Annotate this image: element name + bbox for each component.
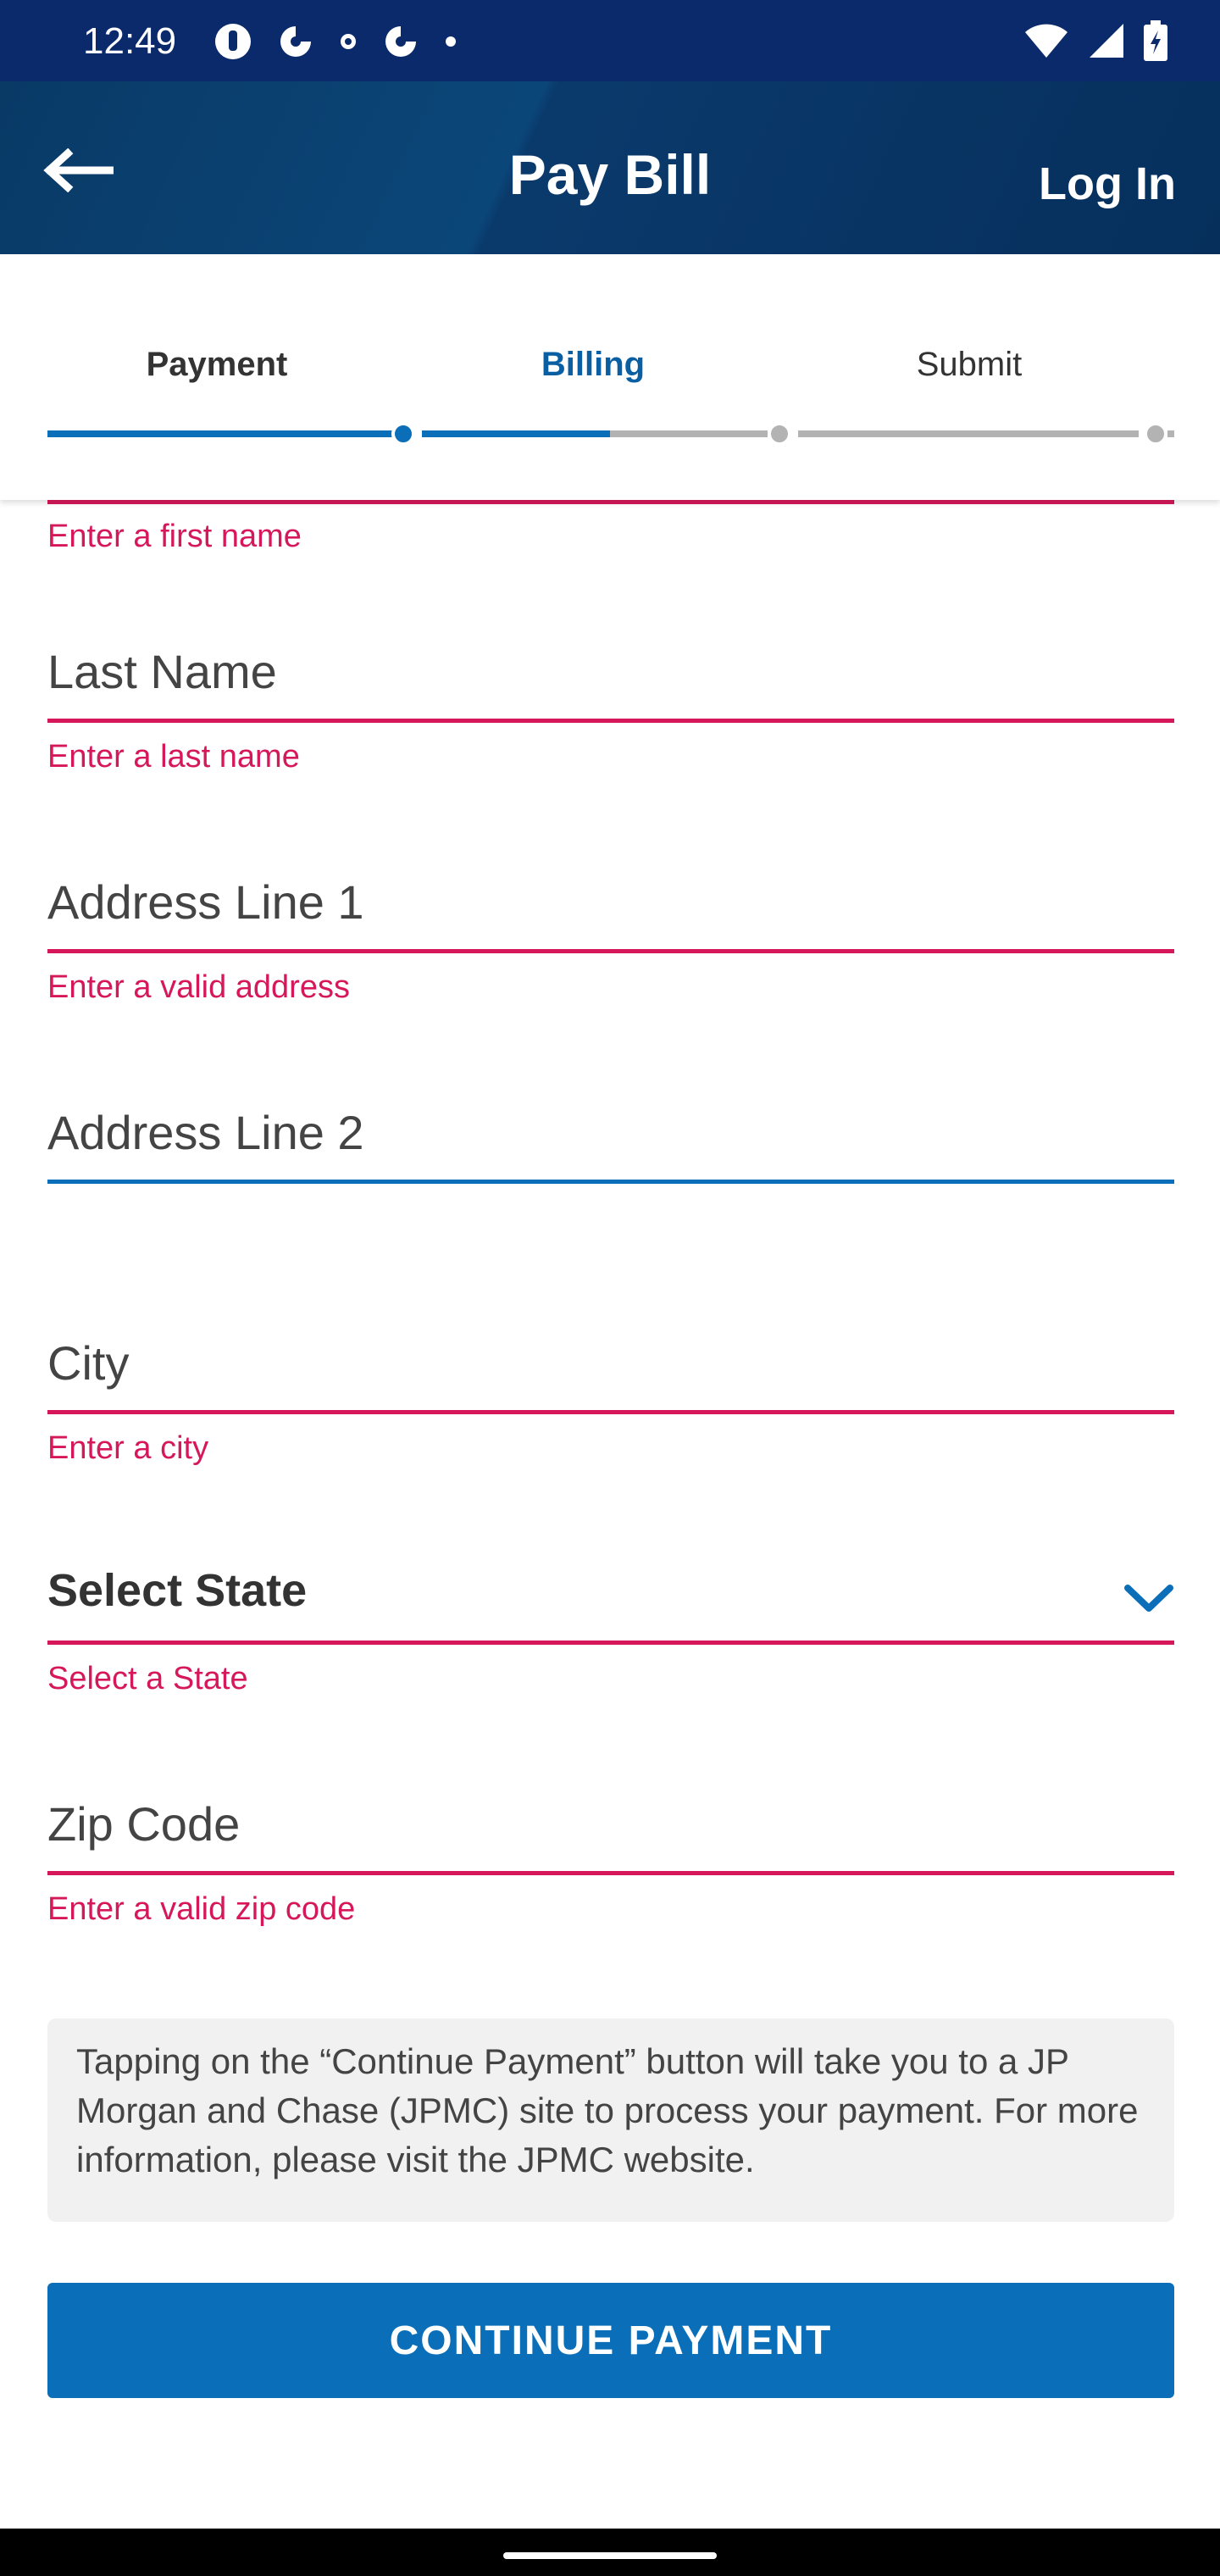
state-select[interactable]: Select State Select a State bbox=[47, 1559, 1174, 1712]
continue-payment-button[interactable]: CONTINUE PAYMENT bbox=[47, 2283, 1174, 2398]
small-dot-icon bbox=[341, 34, 356, 49]
last-name-underline bbox=[47, 719, 1174, 723]
progress-segment-upcoming bbox=[610, 430, 768, 437]
chevron-down-icon[interactable] bbox=[1123, 1581, 1174, 1615]
address-line-1-error: Enter a valid address bbox=[47, 969, 350, 1005]
last-name-error: Enter a last name bbox=[47, 739, 300, 774]
status-time: 12:49 bbox=[83, 20, 177, 62]
wifi-icon bbox=[1025, 24, 1068, 58]
first-name-underline bbox=[47, 500, 1174, 504]
address-line-2-underline bbox=[47, 1180, 1174, 1184]
zip-code-field[interactable]: Zip Code Enter a valid zip code bbox=[47, 1796, 1174, 1932]
city-error: Enter a city bbox=[47, 1430, 209, 1466]
address-line-1-underline bbox=[47, 949, 1174, 953]
progress-segment-end bbox=[1167, 430, 1174, 437]
last-name-input[interactable]: Last Name bbox=[47, 644, 277, 699]
zip-code-underline bbox=[47, 1871, 1174, 1875]
progress-dot-payment bbox=[391, 422, 415, 446]
system-status-icons bbox=[1023, 20, 1167, 61]
address-line-1-field[interactable]: Address Line 1 Enter a valid address bbox=[47, 874, 1174, 1010]
system-nav-bar bbox=[0, 2529, 1220, 2576]
first-name-field[interactable]: Enter a first name bbox=[47, 500, 1174, 554]
progress-segment-complete bbox=[47, 430, 403, 437]
app-notification-icon bbox=[215, 24, 251, 59]
state-error: Select a State bbox=[47, 1661, 248, 1696]
battery-icon bbox=[1144, 20, 1167, 61]
notification-icons bbox=[214, 22, 458, 61]
address-line-2-field[interactable]: Address Line 2 bbox=[47, 1105, 1174, 1190]
login-button[interactable]: Log In bbox=[1039, 158, 1176, 210]
step-payment[interactable]: Payment bbox=[39, 346, 395, 384]
home-indicator[interactable] bbox=[503, 2552, 717, 2559]
city-input[interactable]: City bbox=[47, 1335, 129, 1391]
step-billing[interactable]: Billing bbox=[415, 346, 771, 384]
state-select-label[interactable]: Select State bbox=[47, 1564, 307, 1617]
zip-code-error: Enter a valid zip code bbox=[47, 1891, 356, 1927]
app-notification-icon bbox=[280, 26, 311, 57]
zip-code-input[interactable]: Zip Code bbox=[47, 1796, 240, 1852]
address-line-2-input[interactable]: Address Line 2 bbox=[47, 1105, 364, 1160]
address-line-1-input[interactable]: Address Line 1 bbox=[47, 874, 364, 930]
progress-stepper: Payment Billing Submit bbox=[0, 254, 1220, 500]
progress-dot-billing bbox=[768, 422, 791, 446]
payment-info-notice: Tapping on the “Continue Payment” button… bbox=[47, 2018, 1174, 2222]
app-header: Pay Bill Log In bbox=[0, 81, 1220, 254]
state-select-underline bbox=[47, 1641, 1174, 1645]
step-submit[interactable]: Submit bbox=[791, 346, 1147, 384]
status-bar: 12:49 bbox=[0, 0, 1220, 81]
city-field[interactable]: City Enter a city bbox=[47, 1335, 1174, 1471]
app-notification-icon bbox=[385, 26, 416, 57]
progress-segment-upcoming bbox=[798, 430, 1139, 437]
page-title: Pay Bill bbox=[508, 143, 712, 206]
cellular-signal-icon bbox=[1090, 24, 1123, 58]
dot-icon bbox=[446, 36, 456, 47]
city-underline bbox=[47, 1410, 1174, 1414]
first-name-error: Enter a first name bbox=[47, 519, 302, 554]
progress-dot-submit bbox=[1144, 422, 1167, 446]
progress-segment-current bbox=[422, 430, 610, 437]
last-name-field[interactable]: Last Name Enter a last name bbox=[47, 644, 1174, 780]
